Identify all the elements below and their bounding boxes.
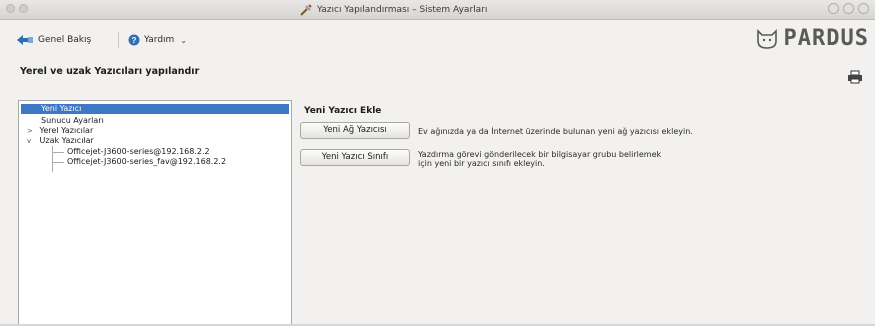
window-dot-icon xyxy=(6,4,15,13)
chevron-down-icon: ⌄ xyxy=(180,35,187,45)
tree-item-remote-printer[interactable]: Officejet-J3600-series_fav@192.168.2.2 xyxy=(67,157,226,167)
tree-item-label: Yerel Yazıcılar xyxy=(39,126,94,135)
tree-item-new-printer[interactable]: Yeni Yazıcı xyxy=(21,104,289,114)
overview-label: Genel Bakış xyxy=(38,35,92,45)
toolbar-separator xyxy=(118,32,119,48)
tree-item-local-printers[interactable]: > Yerel Yazıcılar xyxy=(27,126,93,136)
help-button[interactable]: ? Yardım ⌄ xyxy=(128,32,187,48)
overview-button[interactable]: Genel Bakış xyxy=(16,32,91,48)
window-menu-dots[interactable] xyxy=(6,4,28,13)
tree-item-label: Sunucu Ayarları xyxy=(41,116,104,125)
page-title: Yerel ve uzak Yazıcıları yapılandır xyxy=(20,66,200,77)
printer-class-description-line1: Yazdırma görevi gönderilecek bir bilgisa… xyxy=(418,150,662,159)
window-titlebar: Yazıcı Yapılandırması – Sistem Ayarları xyxy=(0,0,875,20)
help-label: Yardım xyxy=(144,35,175,45)
tree-item-label: Yeni Yazıcı xyxy=(41,104,82,113)
close-button[interactable] xyxy=(858,3,869,14)
tree-connector xyxy=(52,162,64,163)
pardus-logo-text: PARDUS xyxy=(783,26,869,51)
help-icon: ? xyxy=(128,34,140,46)
window-dot-icon xyxy=(19,4,28,13)
chevron-down-icon[interactable]: v xyxy=(27,136,37,146)
tree-connector xyxy=(52,152,64,153)
tree-item-server-settings[interactable]: Sunucu Ayarları xyxy=(33,116,104,126)
pardus-logo: PARDUS xyxy=(756,26,869,51)
window-title: Yazıcı Yapılandırması – Sistem Ayarları xyxy=(317,4,488,15)
tree-item-label: Uzak Yazıcılar xyxy=(39,136,94,145)
toolbar: Genel Bakış ? Yardım ⌄ PARDUS xyxy=(0,20,875,60)
add-printer-class-button[interactable]: Yeni Yazıcı Sınıfı xyxy=(300,149,410,166)
tree-item-label: Officejet-J3600-series@192.168.2.2 xyxy=(67,147,210,156)
tools-icon xyxy=(300,3,312,16)
tree-connector xyxy=(52,146,53,172)
pardus-cat-icon xyxy=(756,28,777,49)
add-network-printer-button[interactable]: Yeni Ağ Yazıcısı xyxy=(300,122,410,139)
printer-tree[interactable]: Yeni Yazıcı Sunucu Ayarları > Yerel Yazı… xyxy=(18,100,292,326)
printer-class-description-line2: için yeni bir yazıcı sınıfı ekleyin. xyxy=(418,159,545,168)
tree-item-label: Officejet-J3600-series_fav@192.168.2.2 xyxy=(67,157,227,166)
window-title-area: Yazıcı Yapılandırması – Sistem Ayarları xyxy=(300,2,487,17)
svg-text:?: ? xyxy=(132,36,137,45)
minimize-button[interactable] xyxy=(828,3,839,14)
tree-item-remote-printer[interactable]: Officejet-J3600-series@192.168.2.2 xyxy=(67,147,210,157)
back-arrow-icon xyxy=(17,35,33,45)
section-title: Yeni Yazıcı Ekle xyxy=(304,106,382,116)
network-printer-description: Ev ağınızda ya da İnternet üzerinde bulu… xyxy=(418,127,693,136)
printer-icon xyxy=(848,70,862,84)
tree-item-remote-printers[interactable]: v Uzak Yazıcılar xyxy=(27,136,94,146)
maximize-button[interactable] xyxy=(843,3,854,14)
chevron-right-icon[interactable]: > xyxy=(27,126,37,136)
